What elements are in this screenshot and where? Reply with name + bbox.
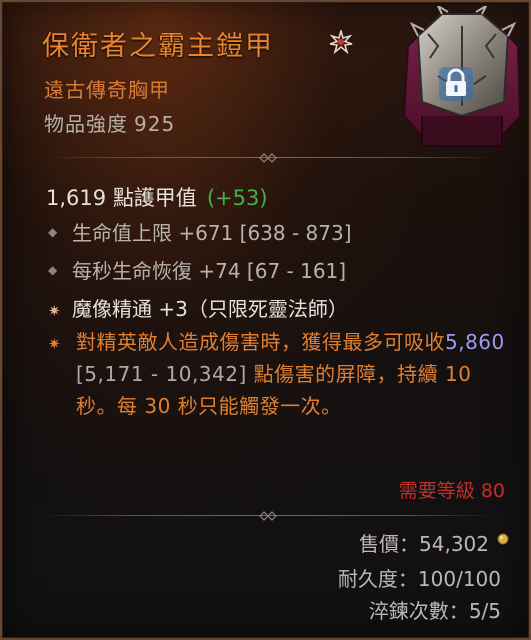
affix-text: 生命值上限 +671 [638 - 873] bbox=[72, 221, 352, 245]
durability-label: 耐久度： bbox=[337, 567, 418, 591]
tempering-label: 淬鍊次數： bbox=[368, 599, 469, 623]
affix-life-regen: ◆ 每秒生命恢復 +74 [67 - 161] bbox=[48, 255, 346, 284]
aspect-prefix: 對精英敵人造成傷害時，獲得最多可吸收 bbox=[76, 330, 445, 354]
section-divider bbox=[42, 152, 494, 164]
sell-label: 售價： bbox=[359, 532, 420, 556]
gold-coin-icon bbox=[497, 533, 509, 545]
aspect-suffix-line: 點傷害的 bbox=[253, 362, 336, 386]
item-tooltip: 保衛者之霸主鎧甲 遠古傳奇胸甲 物品強度 925 1,619 點護甲值 (+53… bbox=[0, 0, 531, 640]
aspect-range: [5,171 - 10,342] bbox=[76, 362, 247, 386]
divider-ornament-icon bbox=[259, 511, 277, 521]
sell-value-row: 售價：54,302 bbox=[359, 528, 489, 557]
durability-value: 100/100 bbox=[417, 567, 501, 591]
item-name: 保衛者之霸主鎧甲 bbox=[42, 31, 274, 62]
affix-text: 每秒生命恢復 +74 [67 - 161] bbox=[72, 259, 347, 283]
affix-life-max: ◆ 生命值上限 +671 [638 - 873] bbox=[48, 217, 352, 246]
item-power-label: 物品強度 bbox=[44, 112, 128, 136]
divider-ornament-icon bbox=[259, 153, 277, 163]
aspect-value: 5,860 bbox=[445, 330, 505, 354]
sparkle-bullet-icon: ✷ bbox=[48, 301, 61, 320]
armor-bonus: (+53) bbox=[206, 186, 268, 210]
durability-row: 耐久度：100/100 bbox=[338, 563, 501, 592]
affix-skill-rank: ✷ 魔像精通 +3（只限死靈法師） bbox=[48, 293, 348, 322]
armor-label: 點護甲值 bbox=[112, 186, 197, 210]
armor-value-line: 1,619 點護甲值 (+53) bbox=[46, 182, 268, 212]
armor-value: 1,619 bbox=[46, 186, 107, 210]
legendary-aspect: ✷ 對精英敵人造成傷害時，獲得最多可吸收5,860 [5,171 - 10,34… bbox=[48, 326, 508, 422]
tempering-value: 5/5 bbox=[468, 599, 501, 623]
level-requirement: 需要等級 80 bbox=[398, 480, 505, 502]
sell-value: 54,302 bbox=[419, 532, 489, 556]
item-header: 保衛者之霸主鎧甲 遠古傳奇胸甲 物品強度 925 bbox=[2, 2, 529, 154]
lock-icon[interactable] bbox=[438, 66, 474, 102]
item-power: 物品強度 925 bbox=[44, 108, 175, 137]
item-power-value: 925 bbox=[134, 112, 176, 136]
legendary-star-icon bbox=[329, 30, 353, 54]
footer-divider bbox=[42, 510, 494, 522]
diamond-bullet-icon: ◆ bbox=[48, 262, 58, 277]
legendary-aspect-star-icon: ✷ bbox=[48, 335, 62, 353]
item-type: 遠古傳奇胸甲 bbox=[44, 78, 170, 102]
tempering-row: 淬鍊次數：5/5 bbox=[369, 595, 501, 624]
skill-affix-text: 魔像精通 +3（只限死靈法師） bbox=[72, 297, 348, 321]
diamond-bullet-icon: ◆ bbox=[48, 224, 58, 239]
